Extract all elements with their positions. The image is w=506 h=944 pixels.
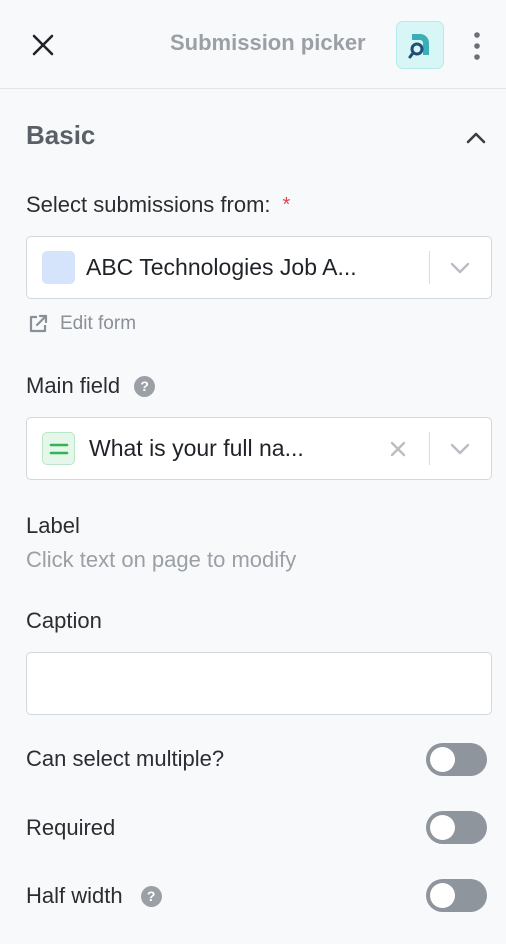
- main-field-label: Main field ?: [26, 373, 156, 399]
- panel-title: Submission picker: [170, 30, 366, 55]
- short-text-field-icon: [42, 432, 75, 465]
- required-label: Required: [26, 815, 115, 841]
- multiple-label-text: Can select multiple?: [26, 746, 225, 771]
- source-label-text: Select submissions from:: [26, 192, 271, 217]
- properties-panel: Submission picker Basic Select submissio…: [0, 0, 506, 944]
- clear-icon: [390, 441, 406, 457]
- chevron-down-icon: [450, 262, 470, 274]
- source-dropdown-toggle[interactable]: [443, 252, 477, 284]
- close-button[interactable]: [26, 28, 60, 62]
- required-label-text: Required: [26, 815, 116, 840]
- select-divider: [429, 432, 430, 465]
- select-divider: [429, 251, 430, 284]
- main-field-value: What is your full na...: [89, 435, 304, 461]
- source-select-value: ABC Technologies Job A...: [86, 254, 357, 280]
- caption-input[interactable]: [26, 652, 492, 715]
- toggle-knob: [430, 883, 455, 908]
- caption-label-text: Caption: [26, 608, 102, 633]
- more-options-button[interactable]: [465, 28, 489, 64]
- kebab-menu-icon: [474, 32, 480, 60]
- submission-app-icon: [396, 21, 444, 69]
- clear-main-field-button[interactable]: [382, 433, 414, 465]
- half-width-label: Half width ?: [26, 883, 162, 909]
- required-toggle[interactable]: [426, 811, 487, 844]
- main-field-select[interactable]: What is your full na...: [26, 417, 492, 480]
- main-field-label-text: Main field: [26, 373, 121, 398]
- multiple-toggle[interactable]: [426, 743, 487, 776]
- main-field-dropdown-toggle[interactable]: [443, 433, 477, 465]
- chevron-down-icon: [450, 443, 470, 455]
- source-label: Select submissions from: *: [26, 192, 290, 218]
- multiple-label: Can select multiple?: [26, 746, 224, 772]
- caption-label: Caption: [26, 608, 102, 634]
- close-icon: [32, 34, 54, 56]
- collapse-section-button[interactable]: [462, 124, 490, 152]
- help-icon[interactable]: ?: [140, 885, 162, 907]
- form-color-swatch: [42, 251, 75, 284]
- external-link-icon: [29, 314, 48, 333]
- label-field-label-text: Label: [26, 513, 80, 538]
- edit-form-label: Edit form: [60, 313, 137, 334]
- half-width-label-text: Half width: [26, 883, 123, 908]
- label-hint: Click text on page to modify: [26, 547, 297, 572]
- help-icon[interactable]: ?: [134, 375, 156, 397]
- toggle-knob: [430, 815, 455, 840]
- chevron-up-icon: [466, 132, 486, 144]
- edit-form-link[interactable]: Edit form: [28, 313, 136, 335]
- label-field-label: Label: [26, 513, 80, 539]
- source-select[interactable]: ABC Technologies Job A...: [26, 236, 492, 299]
- half-width-toggle[interactable]: [426, 879, 487, 912]
- toggle-knob: [430, 747, 455, 772]
- section-title: Basic: [26, 120, 96, 150]
- panel-header: Submission picker: [0, 0, 506, 89]
- required-marker: *: [282, 193, 291, 216]
